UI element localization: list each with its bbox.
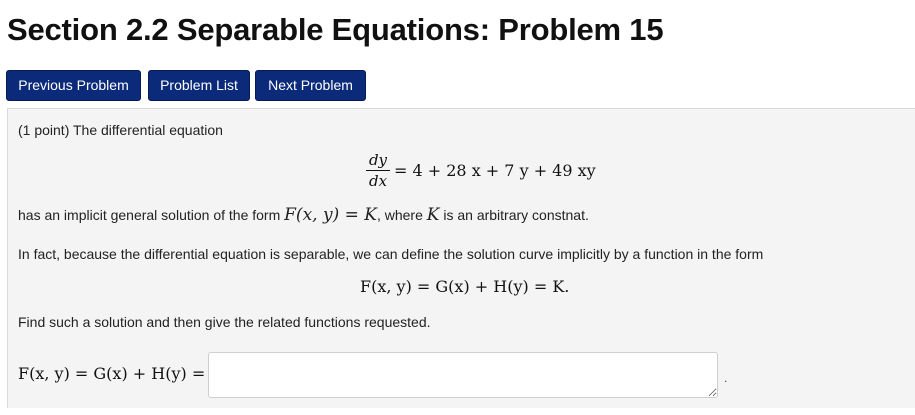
answer-label: F(x, y) = G(x) + H(y) = <box>18 364 206 383</box>
fraction-bar <box>366 170 390 171</box>
implicit-form-equation: F(x, y) = G(x) + H(y) = K. <box>360 277 570 296</box>
equation-rhs: = 4 + 28 x + 7 y + 49 xy <box>394 161 596 180</box>
implicit-solution-text: has an implicit general solution of the … <box>18 205 589 225</box>
problem-list-button[interactable]: Problem List <box>148 70 250 101</box>
instruction-text: Find such a solution and then give the r… <box>18 314 431 330</box>
implicit-mid: , where <box>376 207 427 223</box>
separable-explanation: In fact, because the differential equati… <box>18 246 764 262</box>
problem-intro: (1 point) The differential equation <box>18 122 223 138</box>
implicit-suffix: is an arbitrary constnat. <box>439 207 589 223</box>
implicit-prefix: has an implicit general solution of the … <box>18 207 285 223</box>
derivative-numerator: dy <box>368 151 388 169</box>
page-title: Section 2.2 Separable Equations: Problem… <box>7 12 664 47</box>
derivative-denominator: dx <box>368 172 388 190</box>
trailing-period: . <box>724 371 728 385</box>
problem-body: (1 point) The differential equation dy d… <box>7 108 915 408</box>
next-problem-button[interactable]: Next Problem <box>255 70 366 101</box>
implicit-form-math: F(x, y) = K <box>284 205 377 225</box>
answer-input[interactable] <box>208 352 718 398</box>
derivative-fraction: dy dx <box>366 151 390 190</box>
constant-k-math: K <box>426 205 440 225</box>
previous-problem-button[interactable]: Previous Problem <box>6 70 141 101</box>
